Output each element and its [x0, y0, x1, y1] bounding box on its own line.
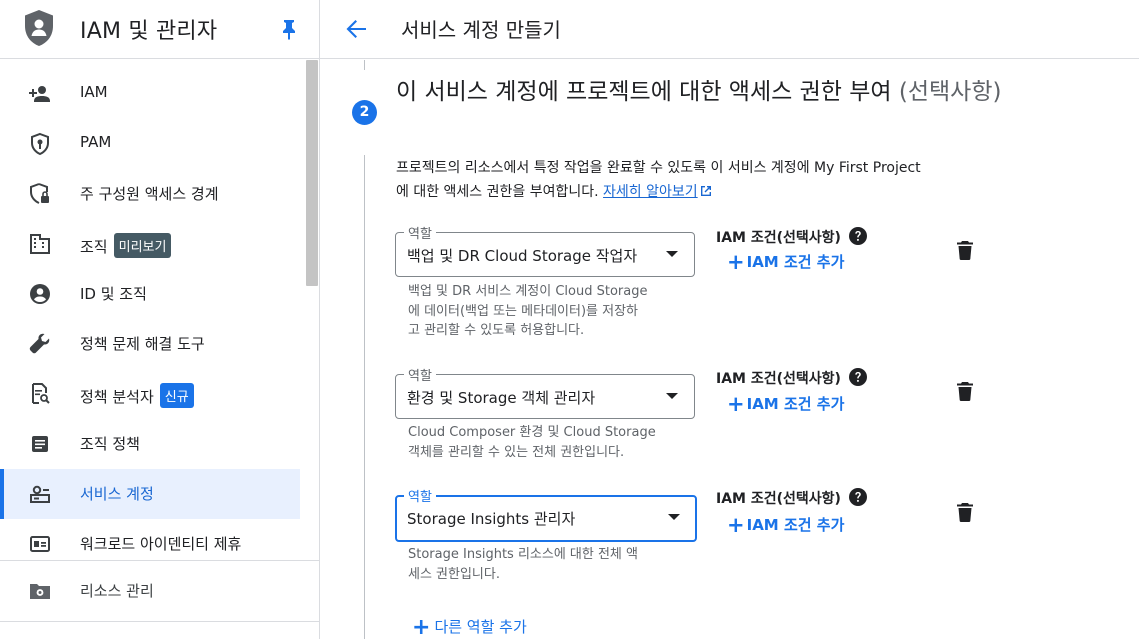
sidebar-item-label: 조직 미리보기 [80, 233, 172, 258]
service-account-icon [30, 485, 50, 503]
sidebar-item-principal-access-boundary[interactable]: 주 구성원 액세스 경계 [0, 169, 300, 219]
stepper-line [364, 155, 365, 639]
list-doc-icon [32, 436, 48, 452]
role-field-value: 백업 및 DR Cloud Storage 작업자 [407, 247, 638, 265]
iam-shield-logo-icon [25, 10, 53, 46]
dropdown-arrow-icon [666, 251, 678, 257]
sidebar-item-label: 서비스 계정 [80, 485, 154, 503]
step-number-badge: 2 [352, 100, 377, 125]
help-icon[interactable] [848, 367, 868, 387]
preview-badge: 미리보기 [113, 233, 172, 258]
account-circle-icon [30, 284, 50, 304]
new-badge: 신규 [159, 383, 194, 408]
iam-condition-title: IAM 조건(선택사항) [716, 371, 841, 387]
plus-icon: + [412, 615, 431, 640]
sidebar-scrollbar[interactable] [306, 60, 318, 286]
delete-icon[interactable] [955, 501, 975, 523]
add-iam-condition-button[interactable]: + IAM 조건 추가 [727, 513, 844, 537]
step-heading: 이 서비스 계정에 프로젝트에 대한 액세스 권한 부여 (선택사항) [396, 79, 1002, 105]
role-select[interactable]: 역할 Storage Insights 관리자 [395, 486, 697, 542]
sidebar-item-org-policies[interactable]: 조직 정책 [0, 419, 300, 469]
plus-icon: + [727, 392, 745, 416]
wrench-icon [29, 333, 50, 354]
role-field-label: 역할 [404, 486, 436, 505]
delete-icon[interactable] [955, 380, 975, 402]
sidebar-item-policy-analyzer[interactable]: 정책 분석자 신규 [0, 369, 300, 419]
top-bar: 서비스 계정 만들기 [320, 0, 1139, 59]
sidebar-item-label: 정책 분석자 신규 [80, 383, 194, 408]
sidebar-nav: IAM PAM 주 구성원 액세스 경계 조직 미리보기 ID 및 조직 정책 … [0, 69, 300, 569]
stepper-line [364, 60, 365, 70]
sidebar-item-label: 조직 정책 [80, 435, 140, 453]
sidebar-item-label: 워크로드 아이덴티티 제휴 [80, 535, 242, 553]
step-description: 프로젝트의 리소스에서 특정 작업을 완료할 수 있도록 이 서비스 계정에 M… [396, 160, 921, 200]
delete-icon[interactable] [955, 239, 975, 261]
sidebar-divider [0, 621, 319, 622]
sidebar-item-organization[interactable]: 조직 미리보기 [0, 219, 300, 269]
sidebar-item-label: 리소스 관리 [80, 582, 154, 600]
sidebar-header: IAM 및 관리자 [0, 0, 319, 59]
sidebar-item-pam[interactable]: PAM [0, 119, 300, 169]
sidebar-item-service-accounts[interactable]: 서비스 계정 [0, 469, 300, 519]
sidebar-title: IAM 및 관리자 [80, 19, 218, 44]
id-card-icon [30, 536, 50, 552]
role-field-value: Storage Insights 관리자 [407, 510, 576, 528]
role-field-value: 환경 및 Storage 객체 관리자 [407, 389, 596, 407]
role-field-label: 역할 [404, 365, 436, 384]
role-field-label: 역할 [404, 223, 436, 242]
page-title: 서비스 계정 만들기 [401, 18, 561, 42]
iam-condition-title: IAM 조건(선택사항) [716, 491, 841, 507]
doc-search-icon [32, 383, 50, 404]
folder-gear-icon [30, 584, 50, 599]
add-another-role-button[interactable]: + 다른 역할 추가 [412, 615, 527, 640]
learn-more-link[interactable]: 자세히 알아보기 [603, 184, 712, 200]
shield-key-icon [31, 132, 49, 156]
building-icon [30, 234, 50, 254]
role-description: Storage Insights 리소스에 대한 전체 액 세스 권한입니다. [408, 547, 638, 582]
step-optional-label: (선택사항) [898, 79, 1002, 105]
dropdown-arrow-icon [666, 393, 678, 399]
help-icon[interactable] [848, 487, 868, 507]
role-description: 백업 및 DR 서비스 계정이 Cloud Storage 에 데이터(백업 또… [408, 284, 648, 338]
plus-icon: + [727, 513, 745, 537]
dropdown-arrow-icon [668, 514, 680, 520]
add-iam-condition-button[interactable]: + IAM 조건 추가 [727, 392, 844, 416]
sidebar-item-label: ID 및 조직 [80, 285, 147, 303]
sidebar: IAM 및 관리자 IAM PAM 주 구성원 액세스 경계 조직 미리보기 I… [0, 0, 320, 639]
role-select[interactable]: 역할 환경 및 Storage 객체 관리자 [395, 365, 695, 419]
plus-icon: + [727, 250, 745, 274]
sidebar-item-label: IAM [80, 83, 108, 101]
role-select[interactable]: 역할 백업 및 DR Cloud Storage 작업자 [395, 223, 695, 277]
sidebar-item-label: 주 구성원 액세스 경계 [80, 185, 219, 203]
help-icon[interactable] [848, 226, 868, 246]
shield-lock-icon [30, 183, 49, 204]
iam-condition-title: IAM 조건(선택사항) [716, 230, 841, 246]
sidebar-item-label: 정책 문제 해결 도구 [80, 335, 205, 353]
sidebar-divider [0, 560, 319, 561]
pin-icon[interactable] [279, 18, 299, 40]
add-iam-condition-button[interactable]: + IAM 조건 추가 [727, 250, 844, 274]
sidebar-item-identity-and-organization[interactable]: ID 및 조직 [0, 269, 300, 319]
person-add-icon [29, 86, 50, 102]
sidebar-item-workload-identity-federation[interactable]: 워크로드 아이덴티티 제휴 [0, 519, 300, 569]
external-link-icon [700, 186, 711, 196]
sidebar-item-label: PAM [80, 133, 112, 151]
role-description: Cloud Composer 환경 및 Cloud Storage 객체를 관리… [408, 425, 656, 460]
back-arrow-icon[interactable] [342, 15, 370, 43]
sidebar-item-resource-manager[interactable]: 리소스 관리 [0, 566, 300, 616]
sidebar-item-policy-troubleshooter[interactable]: 정책 문제 해결 도구 [0, 319, 300, 369]
sidebar-item-iam[interactable]: IAM [0, 69, 300, 119]
